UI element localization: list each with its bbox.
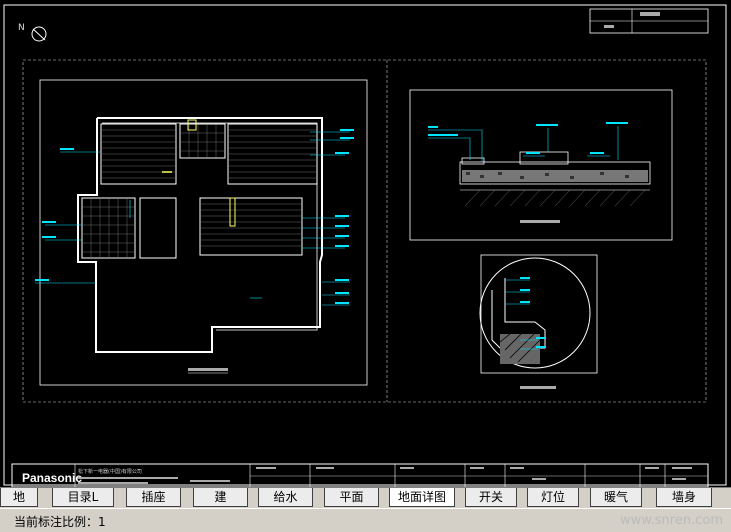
scale-status-text: 当前标注比例：1 bbox=[14, 515, 106, 529]
title-block: Panasonic 松下新一电器(中国)有限公司 bbox=[11, 463, 709, 487]
tab-wall-body[interactable]: 墙身 bbox=[656, 488, 712, 507]
floor-plan bbox=[35, 79, 368, 386]
top-title-strip bbox=[589, 8, 709, 34]
tab-sockets[interactable]: 插座 bbox=[126, 488, 181, 507]
drawing-sheet: N Panasonic 松下新一电器(中国)有限公司 bbox=[3, 4, 727, 487]
tab-contents[interactable]: 目录L bbox=[52, 488, 114, 507]
north-label: N bbox=[18, 23, 25, 33]
tab-di[interactable]: 地 bbox=[0, 488, 38, 507]
tab-floor-detail[interactable]: 地面详图 bbox=[389, 488, 455, 507]
tab-water-supply[interactable]: 给水 bbox=[258, 488, 313, 507]
brand-logo: Panasonic bbox=[22, 471, 82, 485]
company-name: 松下新一电器(中国)有限公司 bbox=[78, 468, 142, 475]
watermark-text: www.snren.com bbox=[619, 513, 723, 528]
tab-plan[interactable]: 平面 bbox=[324, 488, 379, 507]
status-bar: 当前标注比例：1 www.snren.com bbox=[0, 508, 731, 532]
tab-construction[interactable]: 建 bbox=[193, 488, 248, 507]
section-detail bbox=[409, 89, 673, 241]
tab-heating[interactable]: 暖气 bbox=[590, 488, 642, 507]
cad-drawing-canvas[interactable]: N Panasonic 松下新一电器(中国)有限公司 bbox=[0, 0, 731, 487]
north-arrow-icon: N bbox=[18, 23, 47, 42]
circular-detail bbox=[479, 254, 598, 389]
layout-tab-bar: 地 目录L 插座 建 给水 平面 地面详图 开关 灯位 暖气 墙身 bbox=[0, 487, 731, 509]
tab-switches[interactable]: 开关 bbox=[465, 488, 517, 507]
tab-lights[interactable]: 灯位 bbox=[527, 488, 579, 507]
